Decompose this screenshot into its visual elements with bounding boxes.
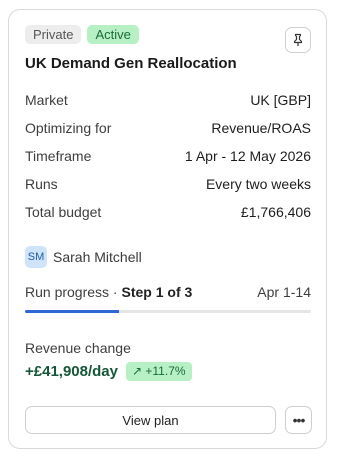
card-title: UK Demand Gen Reallocation: [25, 55, 237, 72]
detail-value: Every two weeks: [205, 176, 311, 192]
detail-value: £1,766,406: [240, 204, 311, 220]
avatar: SM: [25, 246, 47, 268]
ellipsis-icon: •••: [292, 412, 306, 428]
view-plan-button[interactable]: View plan: [25, 406, 276, 434]
status-badge: Active: [87, 25, 139, 44]
detail-value: 1 Apr - 12 May 2026: [184, 148, 311, 164]
badge-group: Private Active: [25, 25, 139, 44]
plan-card: Private Active UK Demand Gen Reallocatio…: [8, 9, 327, 449]
owner-name: Sarah Mitchell: [53, 249, 142, 265]
detail-row-runs: Runs Every two weeks: [25, 175, 311, 203]
detail-value: UK [GBP]: [250, 92, 311, 108]
revenue-delta-badge: ↗ +11.7%: [126, 362, 192, 381]
details-list: Market UK [GBP] Optimizing for Revenue/R…: [25, 91, 311, 231]
detail-row-budget: Total budget £1,766,406: [25, 203, 311, 231]
progress-label: Run progress · Step 1 of 3: [25, 284, 193, 300]
revenue-value: +£41,908/day: [25, 363, 118, 380]
detail-label: Optimizing for: [25, 120, 112, 136]
detail-value: Revenue/ROAS: [211, 120, 311, 136]
detail-label: Timeframe: [25, 148, 92, 164]
progress-bar: [25, 310, 311, 313]
progress-step: Step 1 of 3: [121, 284, 193, 300]
revenue-label: Revenue change: [25, 340, 131, 356]
more-options-button[interactable]: •••: [285, 406, 312, 434]
detail-label: Market: [25, 92, 68, 108]
pin-button[interactable]: [285, 27, 311, 53]
detail-row-timeframe: Timeframe 1 Apr - 12 May 2026: [25, 147, 311, 175]
visibility-badge: Private: [25, 25, 82, 44]
detail-label: Total budget: [25, 204, 102, 220]
progress-dates: Apr 1-14: [257, 284, 311, 300]
detail-label: Runs: [25, 176, 58, 192]
progress-header: Run progress · Step 1 of 3 Apr 1-14: [25, 284, 311, 300]
pin-icon: [293, 33, 303, 46]
revenue-row: +£41,908/day ↗ +11.7%: [25, 362, 192, 381]
progress-fill: [25, 310, 120, 313]
detail-row-market: Market UK [GBP]: [25, 91, 311, 119]
owner: SM Sarah Mitchell: [25, 246, 142, 268]
detail-row-optimizing: Optimizing for Revenue/ROAS: [25, 119, 311, 147]
